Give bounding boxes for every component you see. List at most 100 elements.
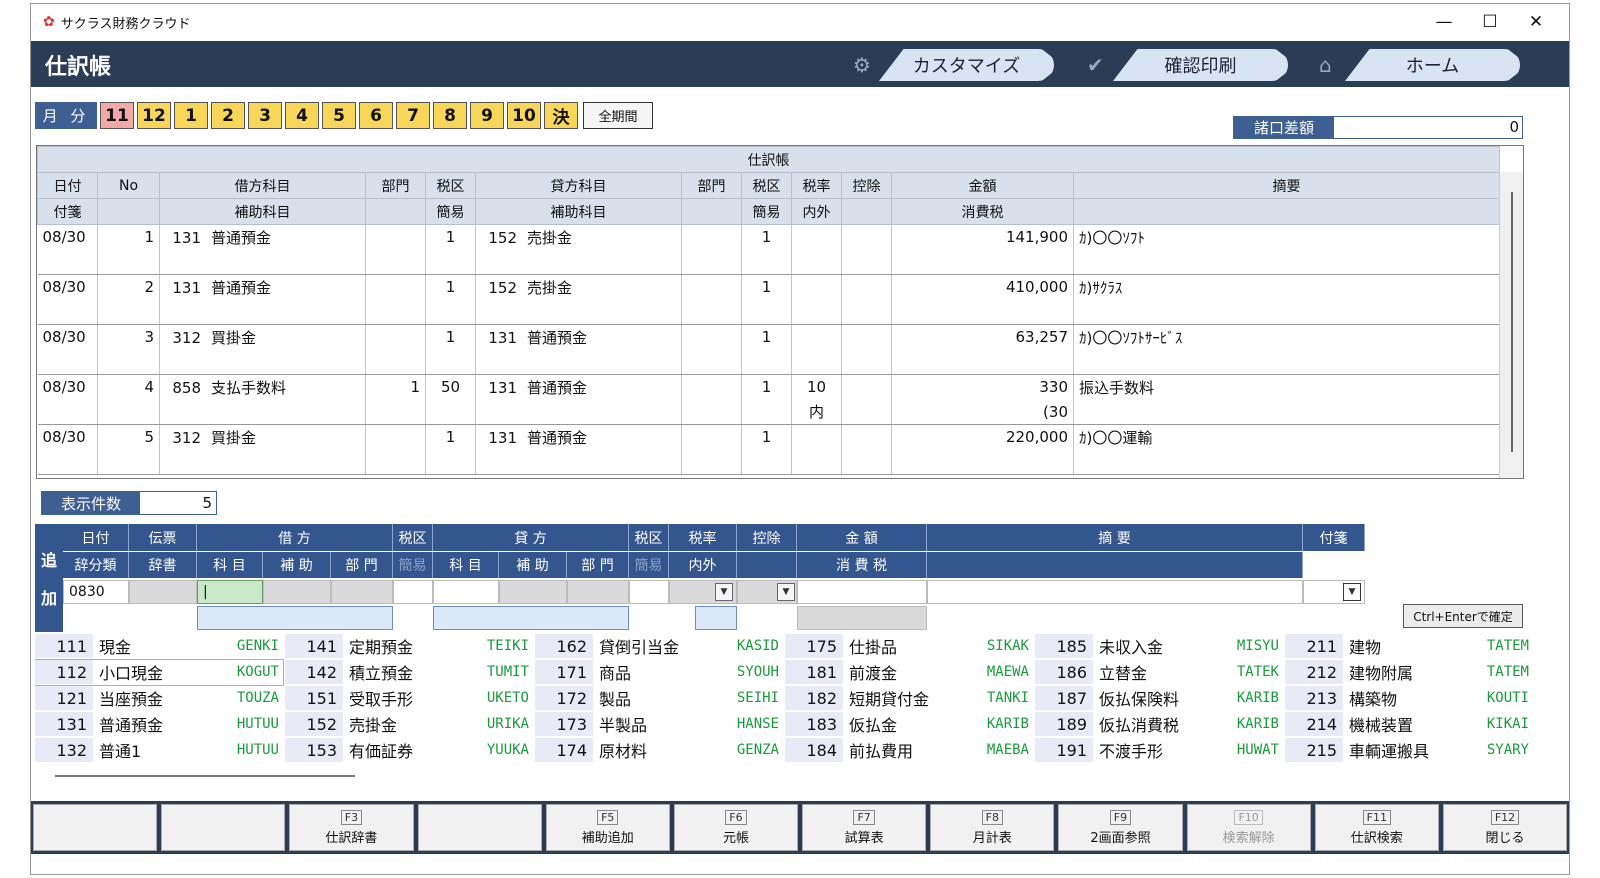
account-item[interactable]: 112 小口現金 KOGUT	[35, 659, 284, 686]
account-item[interactable]: 131 普通預金 HUTUU	[35, 712, 283, 737]
fkey-button-blank0[interactable]	[33, 804, 158, 851]
fkey-button-F12[interactable]: F12 閉じる	[1442, 804, 1568, 851]
account-item[interactable]: 184 前払費用 MAEBA	[785, 738, 1033, 763]
account-item[interactable]: 187 仮払保険料 KARIB	[1035, 686, 1283, 711]
ledger-vertical-scrollbar[interactable]	[1499, 172, 1523, 478]
credit-sub-input[interactable]	[499, 580, 567, 604]
cell-ctax: 1	[741, 324, 792, 350]
account-item[interactable]: 171 商品 SYOUH	[535, 660, 783, 685]
account-kana: HUWAT	[1236, 742, 1279, 758]
slip-input[interactable]	[129, 580, 197, 604]
month-button-2[interactable]: 1	[174, 102, 208, 129]
chevron-down-icon[interactable]: ▼	[715, 583, 733, 601]
account-item[interactable]: 121 当座預金 TOUZA	[35, 686, 283, 711]
account-item[interactable]: 212 建物附属 TATEM	[1285, 660, 1530, 685]
account-item[interactable]: 162 貸倒引当金 KASID	[535, 634, 783, 659]
scroll-thumb[interactable]	[1511, 192, 1513, 452]
account-item[interactable]: 189 仮払消費税 KARIB	[1035, 712, 1283, 737]
month-button-8[interactable]: 7	[396, 102, 430, 129]
account-item[interactable]: 142 積立預金 TUMIT	[285, 660, 533, 685]
month-button-4[interactable]: 3	[248, 102, 282, 129]
account-item[interactable]: 211 建物 TATEM	[1285, 634, 1530, 659]
fkey-button-F10[interactable]: F10 検索解除	[1186, 804, 1311, 851]
account-code: 181	[785, 660, 843, 684]
home-button[interactable]: ホーム	[1345, 49, 1520, 81]
col-taxrate: 税率	[669, 524, 737, 551]
chevron-down-icon[interactable]: ▼	[1343, 583, 1361, 601]
ctrl-enter-confirm-button[interactable]: Ctrl+Enterで確定	[1403, 604, 1523, 628]
credit-subject-input[interactable]	[433, 580, 499, 604]
confirm-print-button[interactable]: 確認印刷	[1113, 49, 1288, 81]
account-item[interactable]: 141 定期預金 TEIKI	[285, 634, 533, 659]
account-item[interactable]: 152 売掛金 URIKA	[285, 712, 533, 737]
date-input[interactable]: 0830	[63, 580, 129, 604]
account-item[interactable]: 111 現金 GENKI	[35, 634, 283, 659]
account-item[interactable]: 181 前渡金 MAEWA	[785, 660, 1033, 685]
month-button-6[interactable]: 5	[322, 102, 356, 129]
month-button-10[interactable]: 9	[470, 102, 504, 129]
fkey-button-F9[interactable]: F9 2画面参照	[1058, 804, 1183, 851]
table-row[interactable]: 08/30 2 131 普通預金 1 152 売掛金 1 410,000 ｶ)ｻｸﾗｽ	[37, 274, 1501, 300]
inout-input[interactable]	[695, 606, 737, 630]
memo-input[interactable]	[927, 580, 1303, 604]
fkey-code: F7	[853, 809, 875, 825]
table-row[interactable]: 08/30 4 858 支払手数料 1 50 131 普通預金 1 10 330 振込手数料	[37, 374, 1501, 400]
table-row[interactable]: 08/30 3 312 買掛金 1 131 普通預金 1 63,257 ｶ)〇〇ｿﾌﾄｻｰﾋﾞｽ	[37, 324, 1501, 350]
month-button-3[interactable]: 2	[211, 102, 245, 129]
debit-dept-input[interactable]	[331, 580, 393, 604]
month-button-9[interactable]: 8	[433, 102, 467, 129]
account-name: 仕掛品	[849, 638, 898, 657]
taxcat2-input[interactable]	[629, 580, 669, 604]
account-item[interactable]: 174 原材料 GENZA	[535, 738, 783, 763]
month-button-12[interactable]: 決	[544, 102, 578, 129]
consumption-tax-input[interactable]	[797, 606, 927, 630]
account-item[interactable]: 182 短期貸付金 TANKI	[785, 686, 1033, 711]
fkey-button-F5[interactable]: F5 補助追加	[545, 804, 670, 851]
account-item[interactable]: 151 受取手形 UKETO	[285, 686, 533, 711]
account-horizontal-scrollbar[interactable]	[55, 775, 355, 777]
account-item[interactable]: 215 車輌運搬具 SYARY	[1285, 738, 1530, 763]
maximize-button[interactable]: ☐	[1467, 4, 1513, 40]
customize-button[interactable]: カスタマイズ	[879, 49, 1054, 81]
account-item[interactable]: 153 有価証券 YUUKA	[285, 738, 533, 763]
fkey-button-F3[interactable]: F3 仕訳辞書	[289, 804, 414, 851]
chevron-down-icon[interactable]: ▼	[777, 583, 795, 601]
all-period-button[interactable]: 全期間	[583, 102, 653, 129]
month-button-0[interactable]: 11	[100, 102, 134, 129]
table-row[interactable]: 08/30 1 131 普通預金 1 152 売掛金 1 141,900 ｶ)〇〇ｿﾌﾄ	[37, 224, 1501, 250]
credit-dept-input[interactable]	[567, 580, 629, 604]
debit-sub-input[interactable]	[263, 580, 331, 604]
credit-account: 131 普通預金	[475, 374, 682, 400]
ledger-subheader	[365, 198, 426, 225]
account-item[interactable]: 172 製品 SEIHI	[535, 686, 783, 711]
cell-ctax: 1	[741, 224, 792, 250]
account-item[interactable]: 185 未収入金 MISYU	[1035, 634, 1283, 659]
fkey-code: F10	[1234, 809, 1263, 825]
amount-input[interactable]	[797, 580, 927, 604]
close-button[interactable]: ✕	[1513, 4, 1559, 40]
account-item[interactable]: 132 普通1 HUTUU	[35, 738, 283, 763]
account-item[interactable]: 175 仕掛品 SIKAK	[785, 634, 1033, 659]
fkey-button-F11[interactable]: F11 仕訳検索	[1314, 804, 1439, 851]
fkey-button-F8[interactable]: F8 月計表	[930, 804, 1055, 851]
account-name: 当座預金	[99, 690, 164, 709]
col-credit: 貸 方	[433, 524, 629, 551]
month-button-11[interactable]: 10	[507, 102, 541, 129]
fkey-button-F6[interactable]: F6 元帳	[673, 804, 799, 851]
account-item[interactable]: 173 半製品 HANSE	[535, 712, 783, 737]
month-button-7[interactable]: 6	[359, 102, 393, 129]
month-button-5[interactable]: 4	[285, 102, 319, 129]
account-item[interactable]: 213 構築物 KOUTI	[1285, 686, 1530, 711]
fkey-button-blank1[interactable]	[161, 804, 286, 851]
debit-subject-input[interactable]: |	[197, 580, 263, 604]
month-button-1[interactable]: 12	[137, 102, 171, 129]
fkey-button-blank3[interactable]	[417, 804, 542, 851]
account-item[interactable]: 191 不渡手形 HUWAT	[1035, 738, 1283, 763]
minimize-button[interactable]: —	[1421, 4, 1467, 40]
table-row[interactable]: 08/30 5 312 買掛金 1 131 普通預金 1 220,000 ｶ)〇〇運輸	[37, 424, 1501, 450]
fkey-button-F7[interactable]: F7 試算表	[802, 804, 927, 851]
account-item[interactable]: 183 仮払金 KARIB	[785, 712, 1033, 737]
account-item[interactable]: 186 立替金 TATEK	[1035, 660, 1283, 685]
taxcat-input[interactable]	[393, 580, 433, 604]
account-item[interactable]: 214 機械装置 KIKAI	[1285, 712, 1530, 737]
